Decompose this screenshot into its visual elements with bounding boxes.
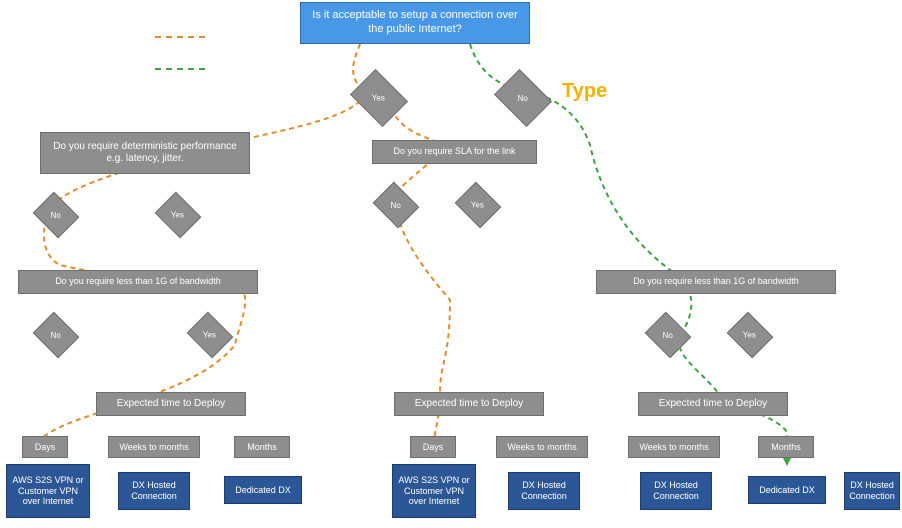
res-dedicated-2: Dedicated DX — [748, 476, 826, 504]
node-deterministic: Do you require deterministic performance… — [40, 132, 250, 174]
res-hosted-2: DX Hosted Connection — [508, 472, 580, 510]
res-hosted-1: DX Hosted Connection — [118, 472, 190, 510]
node-sla: Do you require SLA for the link — [372, 140, 537, 164]
lbl-right-weeks: Weeks to months — [628, 436, 720, 458]
res-hosted-3: DX Hosted Connection — [640, 472, 712, 510]
dec-det-no: No — [33, 192, 80, 239]
decision-public-no: No — [494, 69, 552, 127]
node-expected-left: Expected time to Deploy — [96, 392, 246, 416]
dec-det-yes: Yes — [155, 192, 202, 239]
res-vpn-2: AWS S2S VPN or Customer VPN over Interne… — [392, 464, 476, 518]
lbl-left-days: Days — [22, 436, 68, 458]
dec-bw-left-yes: Yes — [187, 312, 234, 359]
node-expected-right: Expected time to Deploy — [638, 392, 788, 416]
node-start: Is it acceptable to setup a connection o… — [300, 2, 530, 44]
node-expected-mid: Expected time to Deploy — [394, 392, 544, 416]
res-vpn-1: AWS S2S VPN or Customer VPN over Interne… — [6, 464, 90, 518]
lbl-mid-days: Days — [410, 436, 456, 458]
node-bw-left: Do you require less than 1G of bandwidth — [18, 270, 258, 294]
title-type: Type — [562, 80, 607, 103]
lbl-left-months: Months — [234, 436, 290, 458]
lbl-mid-weeks: Weeks to months — [496, 436, 588, 458]
node-bw-right: Do you require less than 1G of bandwidth — [596, 270, 836, 294]
dec-sla-no: No — [373, 182, 420, 229]
res-dedicated-1: Dedicated DX — [224, 476, 302, 504]
lbl-left-weeks: Weeks to months — [108, 436, 200, 458]
decision-public-yes: Yes — [350, 69, 408, 127]
lbl-right-months: Months — [758, 436, 814, 458]
dec-bw-right-yes: Yes — [727, 312, 774, 359]
dec-bw-right-no: No — [645, 312, 692, 359]
dec-sla-yes: Yes — [455, 182, 502, 229]
dec-bw-left-no: No — [33, 312, 80, 359]
legend-type-b-line — [155, 68, 205, 70]
res-hosted-4: DX Hosted Connection — [844, 472, 900, 510]
legend-type-a-line — [155, 36, 205, 38]
